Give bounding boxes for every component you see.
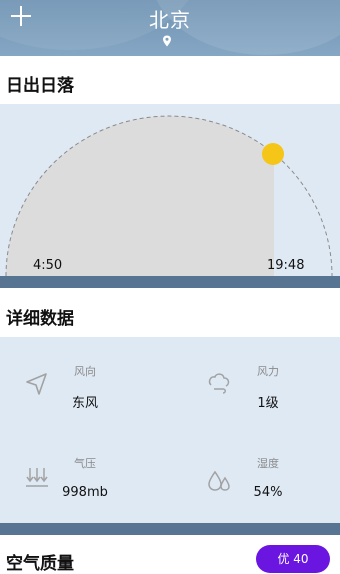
wind-force-label: 风力 <box>257 365 279 378</box>
pressure-value: 998mb <box>62 485 108 500</box>
wind-direction-value: 东风 <box>71 396 98 411</box>
city-name[interactable]: 北京 <box>0 4 340 33</box>
wind-force-value: 1级 <box>257 396 279 411</box>
details-title: 详细数据 <box>6 309 74 329</box>
section-divider <box>0 276 340 288</box>
city-header: 北京 <box>0 0 340 56</box>
location-pin-icon <box>163 35 171 47</box>
pressure-label: 气压 <box>74 457 96 470</box>
pressure-icon <box>26 468 48 487</box>
details-card: 风向 东风 风力 1级 气压 998mb 湿度 54% <box>0 337 340 523</box>
wind-direction-label: 风向 <box>74 365 96 378</box>
sun-arc-card: 4:50 19:48 <box>0 104 340 276</box>
sunset-time: 19:48 <box>267 258 305 273</box>
sun-arc-graphic <box>5 115 333 276</box>
humidity-drops-icon <box>208 470 230 491</box>
wind-icon <box>208 373 230 394</box>
air-quality-title: 空气质量 <box>6 554 74 574</box>
sun-icon <box>262 143 284 165</box>
sunrise-time: 4:50 <box>33 258 63 273</box>
section-divider <box>0 523 340 535</box>
aqi-badge[interactable]: 优 40 <box>256 545 330 573</box>
humidity-label: 湿度 <box>257 457 279 470</box>
navigation-arrow-icon <box>26 373 47 395</box>
humidity-value: 54% <box>253 485 283 500</box>
sunrise-sunset-title: 日出日落 <box>6 76 74 96</box>
